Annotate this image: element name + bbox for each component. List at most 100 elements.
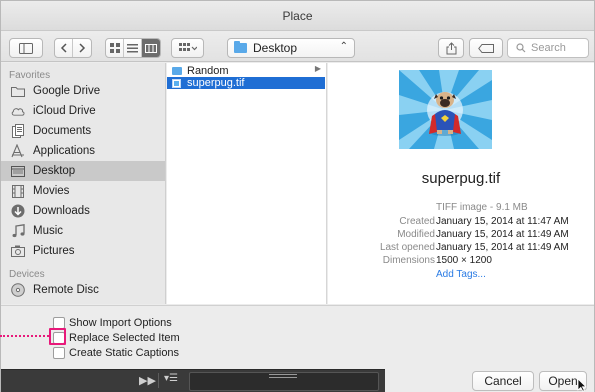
fast-forward-icon[interactable]: ▶▶ <box>139 374 156 387</box>
documents-icon <box>11 124 25 138</box>
info-row-dimensions: Dimensions 1500 × 1200 <box>328 255 594 268</box>
location-label: Desktop <box>253 41 298 55</box>
sidebar-icon <box>19 42 33 54</box>
file-row-superpug[interactable]: superpug.tif <box>167 77 325 89</box>
preview-thumbnail <box>399 70 492 149</box>
forward-button[interactable] <box>73 39 91 57</box>
chevron-left-icon <box>60 43 67 53</box>
toolbar: Desktop ⌃ Search <box>1 32 594 62</box>
column-view-button[interactable] <box>142 39 160 57</box>
sidebar-item-remote-disc[interactable]: Remote Disc <box>1 280 165 300</box>
location-popup[interactable]: Desktop ⌃ <box>227 38 355 58</box>
sidebar-item-downloads[interactable]: Downloads <box>1 201 165 221</box>
tag-icon <box>478 43 494 53</box>
share-icon <box>446 41 456 54</box>
sidebar-item-pictures[interactable]: Pictures <box>1 241 165 261</box>
tags-button[interactable] <box>469 38 503 58</box>
music-icon <box>11 224 25 238</box>
info-key: Modified <box>397 229 435 240</box>
disc-icon <box>11 283 25 297</box>
search-input[interactable]: Search <box>507 38 589 58</box>
import-options: Show Import Options Replace Selected Ite… <box>1 305 594 369</box>
image-file-icon <box>172 78 181 88</box>
info-value: January 15, 2014 at 11:49 AM <box>436 242 569 253</box>
sidebar-item-label: Movies <box>33 185 70 197</box>
chevron-right-icon <box>79 43 86 53</box>
search-placeholder: Search <box>531 42 566 54</box>
sidebar-toggle-button[interactable] <box>9 38 43 58</box>
sidebar-item-documents[interactable]: Documents <box>1 121 165 141</box>
sidebar-item-label: Desktop <box>33 165 76 177</box>
info-key: Created <box>399 216 435 227</box>
checkbox-label: Show Import Options <box>69 317 172 329</box>
sidebar-item-label: Google Drive <box>33 85 101 97</box>
film-icon <box>11 184 25 198</box>
applications-icon <box>11 144 25 158</box>
create-static-captions-checkbox[interactable]: Create Static Captions <box>53 346 179 360</box>
view-mode-selector <box>105 38 161 58</box>
devices-header: Devices <box>9 269 45 280</box>
preview-kind: TIFF image - 9.1 MB <box>436 202 528 213</box>
folder-icon <box>172 67 182 75</box>
replace-selected-item-checkbox[interactable]: Replace Selected Item <box>53 331 180 345</box>
callout-highlight-box <box>49 328 66 345</box>
icon-view-button[interactable] <box>106 39 124 57</box>
sidebar-item-label: Documents <box>33 125 92 137</box>
show-import-options-checkbox[interactable]: Show Import Options <box>53 316 172 330</box>
cancel-button[interactable]: Cancel <box>472 371 534 391</box>
sidebar-item-label: Remote Disc <box>33 284 99 296</box>
file-column: Random ▶ superpug.tif <box>167 63 327 304</box>
folder-icon <box>11 84 25 98</box>
download-icon <box>11 204 25 218</box>
checkbox-box[interactable] <box>53 347 65 359</box>
updown-chevron-icon: ⌃ <box>339 41 348 52</box>
arrange-icon <box>178 43 197 51</box>
sidebar-item-icloud-drive[interactable]: iCloud Drive <box>1 101 165 121</box>
add-tags-link[interactable]: Add Tags... <box>436 269 486 280</box>
nav-back-forward <box>54 38 92 58</box>
file-name: superpug.tif <box>187 77 245 89</box>
checkbox-label: Replace Selected Item <box>69 332 180 344</box>
mouse-cursor-icon <box>577 378 587 392</box>
share-button[interactable] <box>438 38 464 58</box>
sidebar-item-label: iCloud Drive <box>33 105 96 117</box>
camera-icon <box>11 244 25 258</box>
sidebar-item-google-drive[interactable]: Google Drive <box>1 81 165 101</box>
folder-icon <box>234 41 247 53</box>
info-row-modified: Modified January 15, 2014 at 11:49 AM <box>328 229 594 242</box>
info-row-last-opened: Last opened January 15, 2014 at 11:49 AM <box>328 242 594 255</box>
file-row-random[interactable]: Random ▶ <box>167 64 325 77</box>
sidebar-item-label: Applications <box>33 145 96 157</box>
disclosure-triangle-icon: ▶ <box>314 64 321 73</box>
panel-menu-icon[interactable]: ▾☰ <box>158 373 182 388</box>
arrange-button[interactable] <box>171 38 204 58</box>
file-name: Random <box>187 65 229 77</box>
sidebar-item-applications[interactable]: Applications <box>1 141 165 161</box>
grip-icon[interactable] <box>269 374 297 378</box>
list-icon <box>127 43 138 52</box>
sidebar-item-label: Pictures <box>33 245 75 257</box>
sidebar-item-music[interactable]: Music <box>1 221 165 241</box>
sidebar-item-label: Downloads <box>33 205 90 217</box>
window-title: Place <box>1 1 594 31</box>
columns-icon <box>145 43 157 53</box>
info-value: January 15, 2014 at 11:49 AM <box>436 229 569 240</box>
grid-icon <box>109 43 120 53</box>
checkbox-label: Create Static Captions <box>69 347 180 359</box>
search-icon <box>516 43 526 53</box>
sidebar-item-movies[interactable]: Movies <box>1 181 165 201</box>
favorites-header: Favorites <box>9 70 51 81</box>
info-row-created: Created January 15, 2014 at 11:47 AM <box>328 216 594 229</box>
callout-leader-line <box>0 335 49 337</box>
desktop-icon <box>11 164 25 178</box>
cloud-icon <box>11 104 25 118</box>
list-view-button[interactable] <box>124 39 142 57</box>
info-value: January 15, 2014 at 11:47 AM <box>436 216 569 227</box>
sidebar-item-label: Music <box>33 225 64 237</box>
preview-file-name: superpug.tif <box>421 170 501 187</box>
place-dialog: Place Desktop ⌃ Search Favorites Google … <box>0 0 595 392</box>
back-button[interactable] <box>55 39 73 57</box>
info-value: 1500 × 1200 <box>436 255 492 266</box>
sidebar-item-desktop[interactable]: Desktop <box>1 161 165 181</box>
sidebar: Favorites Google Drive iCloud Drive Docu… <box>1 63 166 304</box>
